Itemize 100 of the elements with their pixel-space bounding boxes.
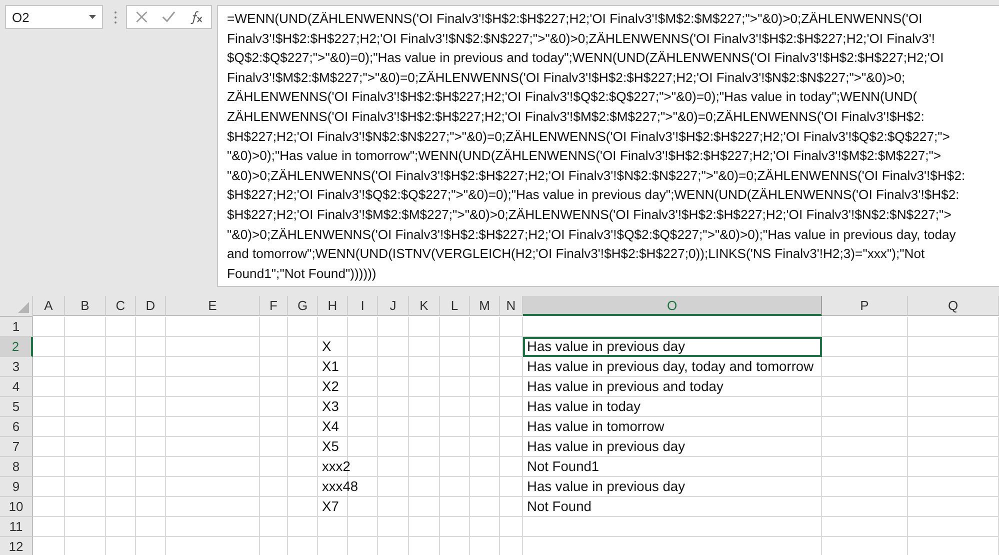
row-header[interactable]: 2 bbox=[0, 337, 33, 357]
table-cell bbox=[288, 517, 318, 537]
table-cell bbox=[33, 477, 65, 497]
table-cell bbox=[470, 457, 500, 477]
table-cell bbox=[470, 497, 500, 517]
table-cell bbox=[33, 397, 65, 417]
drag-handle-icon[interactable] bbox=[114, 11, 117, 24]
row-header[interactable]: 11 bbox=[0, 517, 33, 537]
row-header[interactable]: 4 bbox=[0, 377, 33, 397]
table-cell bbox=[378, 397, 409, 417]
table-cell bbox=[500, 437, 523, 457]
table-cell bbox=[33, 457, 65, 477]
column-header[interactable]: E bbox=[166, 296, 260, 316]
table-cell bbox=[260, 437, 288, 457]
table-cell: Has value in previous day bbox=[523, 337, 822, 357]
table-cell bbox=[470, 317, 500, 337]
table-cell bbox=[500, 477, 523, 497]
column-header[interactable]: J bbox=[378, 296, 409, 316]
table-cell bbox=[409, 517, 440, 537]
table-cell bbox=[500, 377, 523, 397]
table-cell bbox=[500, 317, 523, 337]
column-header[interactable]: L bbox=[440, 296, 470, 316]
row-header[interactable]: 7 bbox=[0, 437, 33, 457]
row-header[interactable]: 6 bbox=[0, 417, 33, 437]
table-cell bbox=[260, 477, 288, 497]
column-header[interactable]: B bbox=[65, 296, 106, 316]
table-cell: Has value in previous day, today and tomorrow bbox=[523, 357, 822, 377]
table-cell bbox=[409, 337, 440, 357]
column-header[interactable]: P bbox=[822, 296, 908, 316]
table-cell: X bbox=[318, 337, 378, 357]
table-cell bbox=[106, 357, 136, 377]
column-header[interactable]: A bbox=[33, 296, 65, 316]
table-cell bbox=[33, 417, 65, 437]
table-cell: X3 bbox=[318, 397, 378, 417]
table-cell bbox=[260, 497, 288, 517]
table-cell bbox=[440, 357, 470, 377]
table-cell bbox=[409, 437, 440, 457]
column-header[interactable]: M bbox=[470, 296, 500, 316]
table-cell bbox=[136, 417, 166, 437]
table-cell bbox=[378, 437, 409, 457]
table-cell bbox=[106, 417, 136, 437]
column-header[interactable]: C bbox=[106, 296, 136, 316]
table-cell bbox=[288, 337, 318, 357]
column-header[interactable]: K bbox=[409, 296, 440, 316]
column-header[interactable]: O bbox=[523, 296, 822, 316]
check-icon[interactable] bbox=[162, 9, 176, 25]
function-icon[interactable] bbox=[190, 9, 203, 25]
table-cell bbox=[378, 357, 409, 377]
table-cell bbox=[106, 397, 136, 417]
table-cell bbox=[288, 437, 318, 457]
table-cell bbox=[106, 517, 136, 537]
table-cell bbox=[136, 357, 166, 377]
table-cell: X4 bbox=[318, 417, 378, 437]
column-header[interactable]: I bbox=[348, 296, 378, 316]
column-header[interactable]: F bbox=[260, 296, 288, 316]
table-cell bbox=[136, 437, 166, 457]
row-header[interactable]: 8 bbox=[0, 457, 33, 477]
table-cell bbox=[409, 357, 440, 377]
caret-icon bbox=[89, 15, 96, 19]
table-cell bbox=[348, 317, 378, 337]
column-header[interactable]: D bbox=[136, 296, 166, 316]
table-cell bbox=[409, 417, 440, 437]
row-header[interactable]: 10 bbox=[0, 497, 33, 517]
table-cell bbox=[136, 517, 166, 537]
formula-text[interactable]: =WENN(UND(ZÄHLENWENNS('OI Finalv3'!$H$2:$H$227;H2;'OI Finalv3'!$M$2:$M$227;">"&0)>0;ZÄHLENWENNS('OI Finalv3'!$H$2:$H$227;H2;'OI Finalv3'!$N$2:$N$227;">"&0)>0;ZÄHLENWENNS('OI Finalv3'!$H$2:$H$227;H2;'OI Finalv3'! $Q$2:$Q$227;">"&0)=0);"Has value in previous and today";WENN(UND(ZÄHLENWENNS('OI Finalv3'!$H$2:$H$227;H2;'OI Finalv3'!$M$2:$M$227;">"&0)=0;ZÄHLENWENNS('OI Finalv3'!$H$2:$H$227;H2;'OI Finalv3'!$N$2:$N$227;">"&0)>0; ZÄHLENWENNS('OI Finalv3'!$H$2:$H$227;H2;'OI Finalv3'!$Q$2:$Q$227;">"&0)=0);"Has value in today";WENN(UND( ZÄHLENWENNS('OI Finalv3'!$H$2:$H$227;H2;'OI Finalv3'!$M$2:$M$227;">"&0)=0;ZÄHLENWENNS('OI Finalv3'!$H$2: $H$227;H2;'OI Finalv3'!$N$2:$N$227;">"&0)=0;ZÄHLENWENNS('OI Finalv3'!$H$2:$H$227;H2;'OI Finalv3'!$Q$2:$Q$227;"> "&0)>0);"Has value in tomorrow";WENN(UND(ZÄHLENWENNS('OI Finalv3'!$H$2:$H$227;H2;'OI Finalv3'!$M$2:$M$227;"> "&0)>0;ZÄHLENWENNS('OI Finalv3'!$H$2:$H$227;H2;'OI Finalv3'!$N$2:$N$227;">"&0)=0;ZÄHLENWENNS('OI Finalv3'!$H$2: $H$227;H2;'OI Finalv3'!$Q$2:$Q$227;">"&0)=0);"Has value in previous day";WENN(UND(ZÄHLENWENNS('OI Finalv3'!$H$2: $H$227;H2;'OI Finalv3'!$M$2:$M$227;">"&0)>0;ZÄHLENWENNS('OI Finalv3'!$H$2:$H$227;H2;'OI Finalv3'!$N$2:$N$227;"> "&0)>0;ZÄHLENWENNS('OI Finalv3'!$H$2:$H$227;H2;'OI Finalv3'!$Q$2:$Q$227;">"&0)>0);"Has value in previous day, today and tomorrow";WENN(UND(ISTNV(VERGLEICH(H2;'OI Finalv3'!$H$2:$H$227;0));LINKS('NS Finalv3'!H2;3)="xxx");"Not Found1";"Not Found")))))) bbox=[217, 5, 999, 287]
table-cell bbox=[65, 497, 106, 517]
column-header[interactable]: G bbox=[288, 296, 318, 316]
table-cell bbox=[65, 417, 106, 437]
table-cell bbox=[378, 517, 409, 537]
table-cell bbox=[470, 337, 500, 357]
column-header[interactable]: Q bbox=[908, 296, 999, 316]
column-header[interactable]: H bbox=[318, 296, 348, 316]
table-cell bbox=[440, 337, 470, 357]
cancel-icon[interactable] bbox=[135, 9, 148, 25]
row-header[interactable]: 9 bbox=[0, 477, 33, 497]
table-cell: X5 bbox=[318, 437, 378, 457]
table-cell bbox=[136, 337, 166, 357]
table-cell: xxx2 bbox=[318, 457, 378, 477]
name-box[interactable]: O2 bbox=[5, 5, 103, 29]
table-cell: Has value in today bbox=[523, 397, 822, 417]
row-header[interactable]: 3 bbox=[0, 357, 33, 377]
row-header[interactable]: 1 bbox=[0, 317, 33, 337]
table-cell bbox=[136, 497, 166, 517]
table-cell bbox=[260, 317, 288, 337]
table-cell bbox=[500, 497, 523, 517]
table-cell: X1 bbox=[318, 357, 378, 377]
table-cell bbox=[106, 477, 136, 497]
table-cell bbox=[33, 377, 65, 397]
row-header[interactable]: 12 bbox=[0, 537, 33, 555]
table-cell bbox=[409, 397, 440, 417]
table-cell: Has value in previous and today bbox=[523, 377, 822, 397]
column-header[interactable]: N bbox=[500, 296, 523, 316]
table-cell bbox=[106, 377, 136, 397]
table-cell bbox=[65, 377, 106, 397]
table-cell bbox=[288, 317, 318, 337]
table-cell: X2 bbox=[318, 377, 378, 397]
select-all-icon[interactable] bbox=[18, 302, 29, 313]
table-cell bbox=[260, 337, 288, 357]
row-header[interactable]: 5 bbox=[0, 397, 33, 417]
table-cell bbox=[106, 497, 136, 517]
